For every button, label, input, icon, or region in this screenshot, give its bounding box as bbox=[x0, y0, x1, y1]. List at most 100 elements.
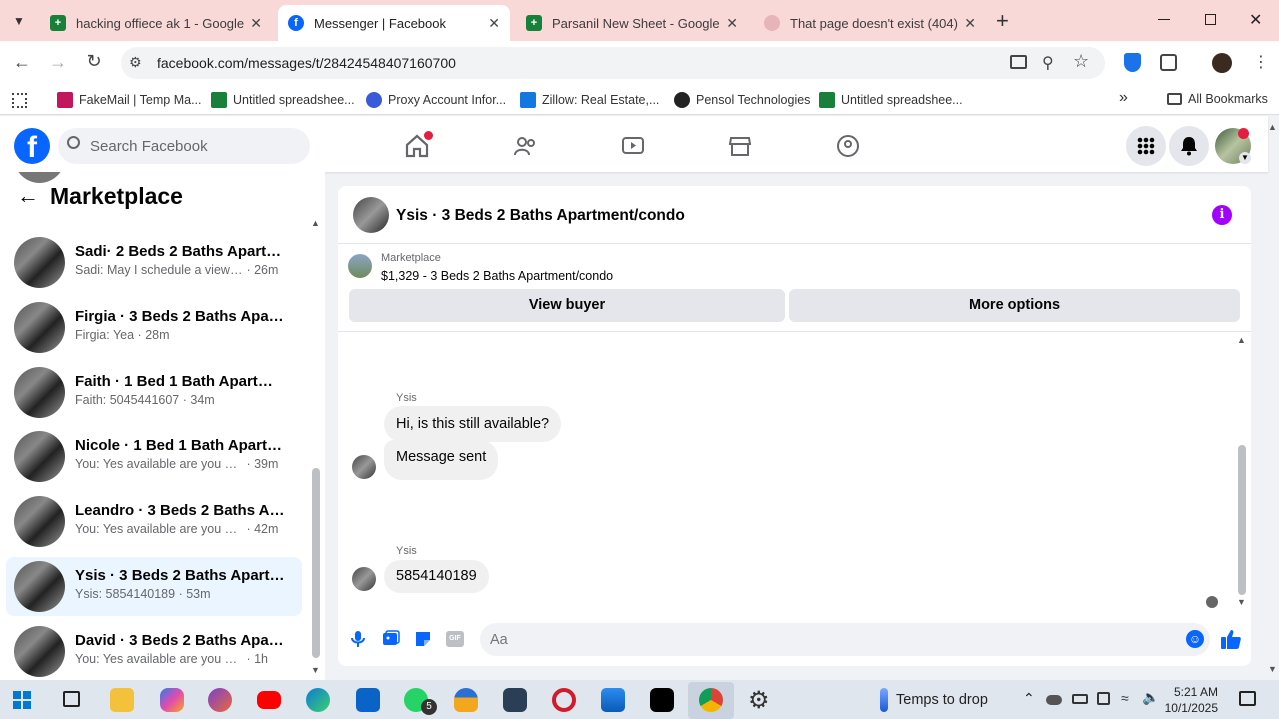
gif-icon[interactable]: GIF bbox=[446, 631, 464, 647]
conversation-item[interactable]: Firgia · 3 Beds 2 Baths Apartme... Firgia… bbox=[6, 298, 302, 357]
bookmark-spreadsheet-1[interactable]: Untitled spreadshee... bbox=[211, 92, 355, 108]
brave-shield-icon[interactable] bbox=[1124, 53, 1141, 72]
install-app-icon[interactable] bbox=[1010, 55, 1027, 69]
groups-icon[interactable] bbox=[835, 133, 861, 159]
thumbs-up-icon[interactable] bbox=[1220, 628, 1242, 650]
bookmark-proxy-account[interactable]: Proxy Account Infor... bbox=[366, 92, 506, 108]
site-info-icon[interactable]: ⚙ bbox=[129, 54, 142, 71]
extensions-icon[interactable] bbox=[1160, 54, 1177, 71]
conversation-item[interactable]: Leandro · 3 Beds 2 Baths Apart... You: Ye… bbox=[6, 492, 302, 551]
sidebar-scroll-up-icon[interactable]: ▲ bbox=[311, 218, 320, 228]
microphone-icon[interactable] bbox=[350, 630, 366, 648]
sender-avatar[interactable] bbox=[352, 455, 376, 479]
message-bubble[interactable]: 5854140189 bbox=[384, 560, 489, 593]
listing-thumb[interactable] bbox=[348, 254, 372, 278]
restore-icon[interactable] bbox=[1205, 14, 1216, 25]
page-scroll-down-icon[interactable]: ▼ bbox=[1268, 664, 1277, 674]
tray-chevron-icon[interactable]: ⌃ bbox=[1023, 690, 1035, 707]
app-icon-dark[interactable] bbox=[503, 688, 527, 712]
task-view-icon[interactable] bbox=[63, 691, 80, 707]
photo-icon[interactable] bbox=[382, 630, 400, 648]
settings-icon[interactable]: ⚙ bbox=[748, 686, 770, 715]
minimize-icon[interactable] bbox=[1158, 19, 1170, 20]
facebook-logo[interactable]: f bbox=[14, 128, 50, 164]
opera-icon[interactable] bbox=[552, 688, 576, 712]
close-window-icon[interactable]: ✕ bbox=[1249, 10, 1262, 30]
start-icon[interactable] bbox=[13, 691, 31, 709]
more-bookmarks-icon[interactable]: » bbox=[1119, 89, 1128, 107]
file-explorer-icon[interactable] bbox=[110, 688, 134, 712]
listing-price-title[interactable]: $1,329 - 3 Beds 2 Baths Apartment/condo bbox=[381, 269, 613, 283]
more-options-button[interactable]: More options bbox=[789, 289, 1240, 322]
sender-avatar[interactable] bbox=[352, 567, 376, 591]
sidebar-scrollbar-thumb[interactable] bbox=[312, 468, 320, 658]
chat-header-avatar[interactable] bbox=[353, 197, 389, 233]
onedrive-icon[interactable] bbox=[1046, 695, 1062, 705]
sticker-icon[interactable] bbox=[414, 630, 432, 648]
reload-icon[interactable]: ↻ bbox=[82, 51, 106, 72]
bookmark-zillow[interactable]: Zillow: Real Estate,... bbox=[520, 92, 659, 108]
close-tab-icon[interactable]: ✕ bbox=[964, 15, 976, 32]
microsoft-store-icon[interactable] bbox=[601, 688, 625, 712]
volume-icon[interactable]: 🔈 bbox=[1142, 689, 1159, 706]
tab-messenger[interactable]: f Messenger | Facebook ✕ bbox=[278, 5, 510, 41]
notifications-button[interactable] bbox=[1169, 126, 1209, 166]
conversation-item[interactable]: Nicole · 1 Bed 1 Bath Apartment... You: Y… bbox=[6, 427, 302, 486]
tab-sheet-2[interactable]: + Parsanil New Sheet - Google Sh ✕ bbox=[516, 5, 748, 41]
sidebar-scroll-down-icon[interactable]: ▼ bbox=[311, 665, 320, 675]
search-placeholder[interactable]: Search Facebook bbox=[90, 138, 208, 155]
page-scroll-up-icon[interactable]: ▲ bbox=[1268, 122, 1277, 132]
weather-text[interactable]: Temps to drop bbox=[896, 692, 988, 708]
menu-icon[interactable]: ⋮ bbox=[1253, 52, 1269, 72]
back-icon[interactable]: ← bbox=[10, 52, 34, 73]
paint-app-icon[interactable] bbox=[208, 688, 232, 712]
bookmark-pensol[interactable]: Pensol Technologies bbox=[674, 92, 810, 108]
conversation-item[interactable]: Faith · 1 Bed 1 Bath Apartment/c... Faith… bbox=[6, 363, 302, 422]
back-arrow-icon[interactable]: ← bbox=[17, 183, 39, 209]
emoji-icon[interactable]: ☺ bbox=[1186, 630, 1204, 648]
tab-search-button[interactable]: ▼ bbox=[8, 10, 30, 32]
close-tab-icon[interactable]: ✕ bbox=[250, 15, 262, 32]
url-text[interactable]: facebook.com/messages/t/2842454840716070… bbox=[157, 55, 456, 71]
wifi-icon[interactable]: ≈ bbox=[1121, 690, 1129, 706]
video-icon[interactable] bbox=[620, 133, 646, 159]
zoom-icon[interactable]: ⚲ bbox=[1042, 53, 1054, 73]
new-tab-button[interactable]: + bbox=[996, 8, 1009, 34]
forward-icon[interactable]: → bbox=[46, 52, 70, 73]
chat-scrollbar-thumb[interactable] bbox=[1238, 445, 1246, 595]
all-bookmarks[interactable]: All Bookmarks bbox=[1167, 92, 1268, 106]
battery-icon[interactable] bbox=[1072, 694, 1088, 704]
edge-icon[interactable] bbox=[306, 688, 330, 712]
view-buyer-button[interactable]: View buyer bbox=[349, 289, 785, 322]
youtube-icon[interactable] bbox=[257, 691, 281, 709]
tab-404[interactable]: That page doesn't exist (404) - F ✕ bbox=[754, 5, 986, 41]
network-adapter-icon[interactable] bbox=[1097, 692, 1110, 705]
tab-sheet-1[interactable]: + hacking offiece ak 1 - Google S ✕ bbox=[40, 5, 272, 41]
tiktok-icon[interactable] bbox=[650, 688, 674, 712]
app-icon-medal[interactable] bbox=[454, 688, 478, 712]
profile-avatar[interactable] bbox=[1212, 53, 1232, 73]
conversation-item[interactable]: Ysis · 3 Beds 2 Baths Apartment... Ysis: … bbox=[6, 557, 302, 616]
marketplace-icon[interactable] bbox=[727, 133, 753, 159]
message-bubble[interactable]: Message sent bbox=[384, 440, 499, 480]
chat-scroll-up-icon[interactable]: ▲ bbox=[1237, 335, 1246, 345]
bookmark-spreadsheet-2[interactable]: Untitled spreadshee... bbox=[819, 92, 963, 108]
bookmark-star-icon[interactable]: ☆ bbox=[1073, 51, 1089, 72]
chat-title[interactable]: Ysis · 3 Beds 2 Baths Apartment/condo bbox=[396, 207, 685, 225]
apps-icon[interactable] bbox=[12, 93, 27, 108]
outlook-icon[interactable] bbox=[356, 688, 380, 712]
notification-center-icon[interactable] bbox=[1239, 691, 1256, 706]
close-tab-icon[interactable]: ✕ bbox=[726, 15, 738, 32]
weather-icon[interactable] bbox=[880, 688, 888, 712]
message-bubble[interactable]: Hi, is this still available? bbox=[384, 406, 562, 442]
friends-icon[interactable] bbox=[512, 133, 538, 159]
close-tab-icon[interactable]: ✕ bbox=[488, 15, 500, 32]
info-icon[interactable]: i bbox=[1212, 205, 1232, 225]
conversation-item[interactable]: David · 3 Beds 2 Baths Apartme... You: Ye… bbox=[6, 622, 302, 681]
conversation-item[interactable]: Sadi· 2 Beds 2 Baths Apartment... Sadi: M… bbox=[6, 233, 302, 292]
system-clock[interactable]: 5:21 AM 10/1/2025 bbox=[1160, 684, 1218, 716]
menu-grid-button[interactable] bbox=[1126, 126, 1166, 166]
chrome-icon[interactable] bbox=[699, 688, 723, 712]
copilot-icon[interactable] bbox=[160, 688, 184, 712]
message-input[interactable] bbox=[490, 632, 1090, 648]
